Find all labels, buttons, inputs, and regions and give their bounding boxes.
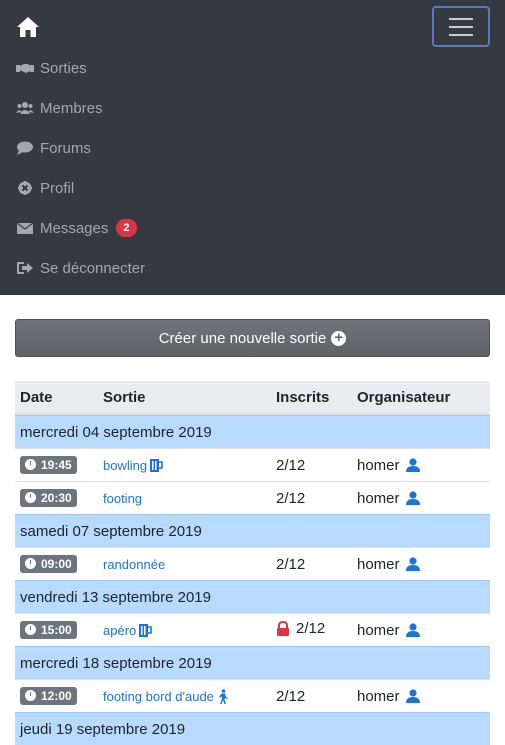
- user-icon: [405, 557, 420, 571]
- organisateur: homer: [357, 688, 420, 705]
- table-row: 12:00 footing bord d'aude 2/12 homer: [15, 679, 490, 712]
- sortie-link[interactable]: footing: [103, 491, 142, 506]
- nav-item-messages[interactable]: Messages 2: [16, 208, 145, 248]
- organisateur: homer: [357, 490, 420, 507]
- gear-icon: [18, 181, 32, 195]
- table-row: 15:00 apéro 2/12 homer: [15, 613, 490, 646]
- organisateur: homer: [357, 457, 420, 474]
- sortie-link[interactable]: bowling: [103, 458, 163, 473]
- day-row: vendredi 13 septembre 2019: [15, 580, 490, 613]
- table-row: 19:45 bowling 2/12 homer: [15, 448, 490, 481]
- beer-icon: [139, 624, 153, 637]
- header-date: Date: [20, 388, 53, 406]
- clock-icon: [25, 459, 36, 471]
- envelope-icon: [16, 222, 34, 234]
- create-sortie-label: Créer une nouvelle sortie: [158, 329, 327, 347]
- lock-icon: [277, 621, 289, 636]
- time-badge: 19:45: [20, 455, 77, 474]
- nav-item-sorties[interactable]: Sorties: [16, 48, 145, 88]
- header-sortie: Sortie: [103, 388, 146, 406]
- time-badge: 20:30: [20, 488, 77, 507]
- user-icon: [405, 623, 420, 637]
- nav-label: Messages: [40, 219, 109, 237]
- day-row: mercredi 04 septembre 2019: [15, 415, 490, 448]
- header-organisateur: Organisateur: [357, 388, 451, 406]
- inscrits-count: 2/12: [276, 555, 306, 573]
- nav-item-logout[interactable]: Se déconnecter: [16, 248, 145, 288]
- clock-icon: [25, 624, 36, 636]
- inscrits-count: 2/12: [276, 456, 306, 474]
- user-icon: [405, 689, 420, 703]
- user-icon: [405, 491, 420, 505]
- clock-icon: [25, 492, 36, 504]
- inscrits-count: 2/12: [276, 687, 306, 705]
- time-badge: 09:00: [20, 554, 77, 573]
- sortie-link[interactable]: footing bord d'aude: [103, 689, 229, 704]
- messages-count-badge: 2: [116, 219, 137, 237]
- create-sortie-button[interactable]: Créer une nouvelle sortie +: [15, 319, 490, 357]
- time-badge: 15:00: [20, 620, 77, 639]
- day-row: jeudi 19 septembre 2019: [15, 712, 490, 745]
- nav-item-forums[interactable]: Forums: [16, 128, 145, 168]
- nav-label: Se déconnecter: [40, 259, 146, 277]
- nav-item-profil[interactable]: Profil: [16, 168, 145, 208]
- table-header: Date Sortie Inscrits Organisateur: [15, 381, 490, 415]
- comment-icon: [17, 141, 33, 155]
- inscrits-count: 2/12: [276, 489, 306, 507]
- navbar: Sorties Membres Forums Profil Messages 2…: [0, 0, 505, 295]
- nav-label: Membres: [40, 99, 103, 117]
- day-row: mercredi 18 septembre 2019: [15, 646, 490, 679]
- day-row: samedi 07 septembre 2019: [15, 514, 490, 547]
- nav-item-membres[interactable]: Membres: [16, 88, 145, 128]
- nav-label: Profil: [40, 179, 75, 197]
- menu-toggle-button[interactable]: [432, 6, 490, 47]
- sortie-link[interactable]: randonnée: [103, 557, 165, 572]
- inscrits-count: 2/12: [276, 620, 325, 637]
- nav-menu: Sorties Membres Forums Profil Messages 2…: [16, 48, 145, 288]
- clock-icon: [25, 690, 36, 702]
- home-icon[interactable]: [16, 16, 40, 38]
- sortie-link[interactable]: apéro: [103, 623, 153, 638]
- handshake-icon: [16, 64, 34, 73]
- organisateur: homer: [357, 556, 420, 573]
- clock-icon: [25, 558, 36, 570]
- table-row: 20:30 footing 2/12 homer: [15, 481, 490, 514]
- beer-icon: [150, 459, 163, 472]
- sign-out-icon: [17, 262, 33, 274]
- nav-label: Sorties: [40, 59, 87, 77]
- time-badge: 12:00: [20, 686, 77, 705]
- organisateur: homer: [357, 622, 420, 639]
- nav-label: Forums: [40, 139, 91, 157]
- users-icon: [16, 102, 34, 114]
- user-icon: [405, 458, 420, 472]
- plus-circle-icon: +: [331, 330, 347, 346]
- sorties-table: Date Sortie Inscrits Organisateur mercre…: [15, 381, 490, 745]
- table-row: 09:00 randonnée 2/12 homer: [15, 547, 490, 580]
- header-inscrits: Inscrits: [276, 388, 330, 406]
- walking-icon: [218, 688, 228, 704]
